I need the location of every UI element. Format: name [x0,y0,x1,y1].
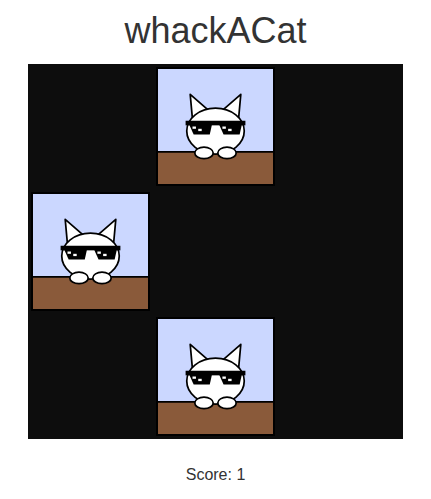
game-board [28,64,403,439]
board-cell[interactable] [153,314,278,439]
board-cell[interactable] [278,64,403,189]
cat-icon[interactable] [156,317,275,436]
board-cell[interactable] [28,64,153,189]
board-cell[interactable] [28,314,153,439]
board-cell[interactable] [278,189,403,314]
cat-icon[interactable] [31,192,150,311]
board-cell[interactable] [278,314,403,439]
board-cell[interactable] [28,189,153,314]
game-title: whackACat [124,10,306,52]
board-cell[interactable] [153,64,278,189]
score-label: Score: 1 [186,465,246,485]
cat-icon[interactable] [156,67,275,186]
board-cell[interactable] [153,189,278,314]
